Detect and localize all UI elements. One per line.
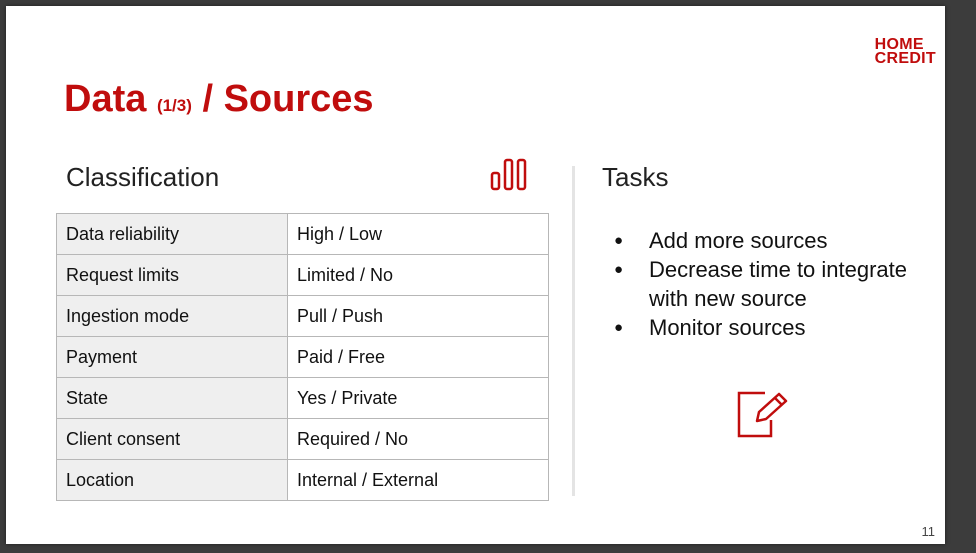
tasks-list: Add more sources Decrease time to integr… — [608, 226, 938, 342]
classification-key: Payment — [56, 336, 288, 378]
table-row: Ingestion mode Pull / Push — [56, 295, 549, 337]
classification-key: Client consent — [56, 418, 288, 460]
table-row: Data reliability High / Low — [56, 213, 549, 255]
classification-key: State — [56, 377, 288, 419]
classification-value: High / Low — [287, 213, 549, 255]
table-row: Payment Paid / Free — [56, 336, 549, 378]
page-number: 11 — [921, 524, 936, 539]
slide-title: Data (1/3) / Sources — [64, 78, 374, 121]
classification-value: Limited / No — [287, 254, 549, 296]
slide: HOME CREDIT Data (1/3) / Sources Classif… — [6, 6, 945, 544]
classification-key: Ingestion mode — [56, 295, 288, 337]
classification-table: Data reliability High / Low Request limits… — [56, 213, 549, 501]
title-subtitle: (1/3) — [156, 96, 192, 115]
task-item: Add more sources — [608, 226, 938, 255]
tasks-heading: Tasks — [602, 162, 669, 192]
logo-line-2: CREDIT — [874, 50, 936, 67]
classification-key: Request limits — [56, 254, 288, 296]
task-item: Decrease time to integrate with new sour… — [608, 255, 938, 313]
title-main: Data — [64, 78, 147, 120]
classification-heading: Classification — [66, 162, 220, 192]
classification-key: Location — [56, 459, 288, 501]
classification-value: Required / No — [287, 418, 549, 460]
classification-value: Internal / External — [287, 459, 549, 501]
column-divider — [572, 166, 575, 496]
bar-chart-icon — [490, 158, 527, 191]
classification-value: Pull / Push — [287, 295, 549, 337]
edit-document-icon — [737, 391, 788, 438]
title-rest: / Sources — [202, 78, 374, 120]
home-credit-logo: HOME CREDIT — [874, 37, 936, 67]
table-row: Location Internal / External — [56, 459, 549, 501]
classification-value: Yes / Private — [287, 377, 549, 419]
table-row: State Yes / Private — [56, 377, 549, 419]
table-row: Client consent Required / No — [56, 418, 549, 460]
classification-value: Paid / Free — [287, 336, 549, 378]
classification-key: Data reliability — [56, 213, 288, 255]
table-row: Request limits Limited / No — [56, 254, 549, 296]
task-item: Monitor sources — [608, 313, 938, 342]
